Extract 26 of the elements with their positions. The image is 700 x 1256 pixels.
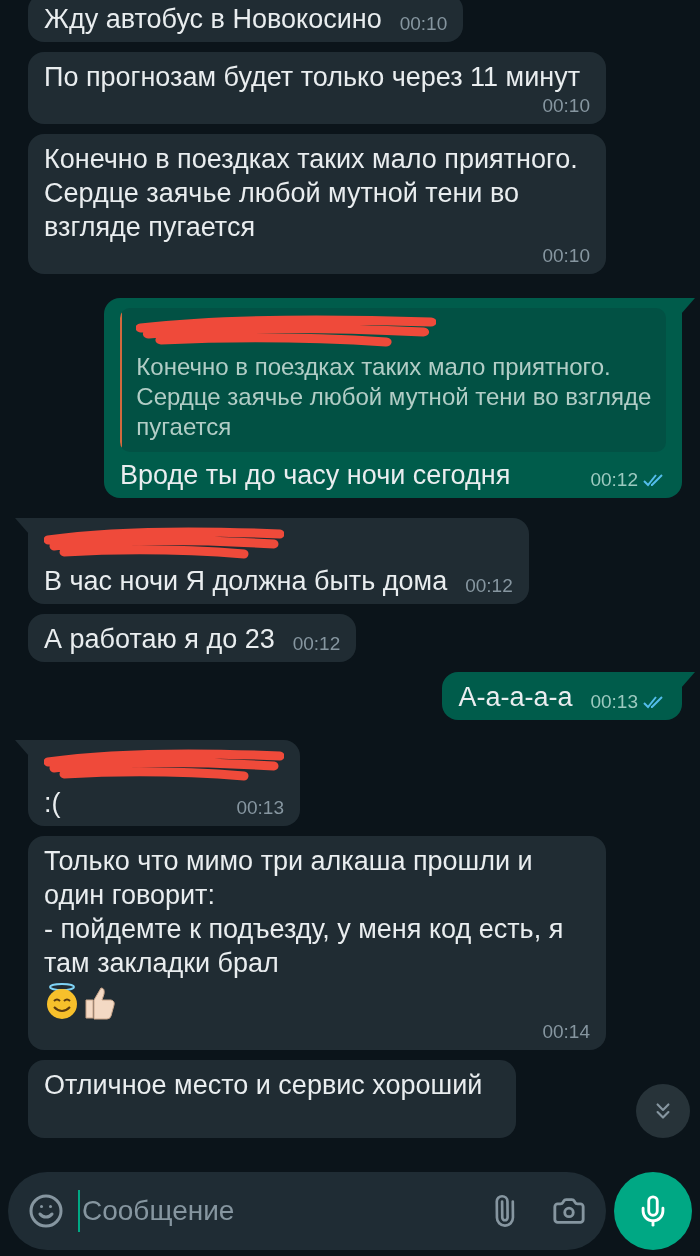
message-input[interactable]: Сообщение (8, 1172, 606, 1250)
emoji-icon[interactable] (28, 1193, 64, 1229)
message-text: Отличное место и сервис хороший (44, 1069, 484, 1102)
message-time: 00:14 (542, 1020, 590, 1044)
message-text: По прогнозам будет только через 11 минут (44, 61, 582, 94)
message-text: В час ночи Я должна быть дома (44, 565, 448, 598)
message-text: А работаю я до 23 (44, 623, 275, 656)
message-time: 00:10 (399, 12, 448, 36)
message-text: Вроде ты до часу ночи сегодня (120, 459, 512, 492)
message-text: Жду автобус в Новокосино (44, 3, 382, 36)
message-time: 00:12 (465, 574, 513, 598)
message-text: Только что мимо три алкаша прошли и один говорит: - пойдемте к подъезду, у меня код есть, я там закладки брал (44, 845, 565, 980)
message-time: 00:10 (542, 244, 590, 268)
message-time: 00:13 (236, 796, 284, 820)
message-time: 00:12 (590, 468, 638, 492)
message-text: :( (44, 787, 62, 820)
message-text: А-а-а-а-а (458, 681, 573, 714)
message-time: 00:12 (292, 632, 341, 656)
message-time: 00:10 (542, 94, 590, 118)
thumbs-up-icon (82, 984, 116, 1020)
message-text: Конечно в поездках таких мало приятного. Сердце заячье любой мутной тени во взгляде пугается (44, 143, 579, 244)
scroll-down-button[interactable] (636, 1084, 690, 1138)
smiling-face-halo-icon (44, 982, 80, 1020)
quoted-message[interactable]: Конечно в поездках таких мало приятного. Сердце заячье любой мутной тени во взгляде пугается (120, 308, 666, 452)
quoted-text: Конечно в поездках таких мало приятного. Сердце заячье любой мутной тени во взгляде пугается (136, 352, 652, 442)
message-time: 00:13 (590, 690, 638, 714)
